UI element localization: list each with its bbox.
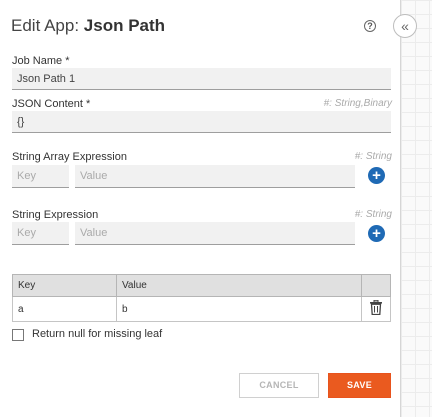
cancel-button[interactable]: CANCEL bbox=[239, 373, 319, 398]
json-content-label: JSON Content * bbox=[12, 98, 91, 110]
job-name-label: Job Name * bbox=[12, 55, 70, 67]
plus-icon: + bbox=[372, 167, 381, 184]
column-header-action bbox=[361, 274, 391, 297]
json-content-field[interactable]: {} bbox=[12, 111, 391, 133]
table-cell-value[interactable]: b bbox=[116, 296, 362, 322]
plus-icon: + bbox=[372, 225, 381, 242]
key-value-table: Key Value a b bbox=[12, 274, 391, 322]
json-content-type-hint: #: String,Binary bbox=[323, 98, 392, 109]
page-title: Edit App: Json Path bbox=[11, 16, 165, 36]
add-string-array-button[interactable]: + bbox=[368, 167, 385, 184]
table-header-row: Key Value bbox=[12, 274, 391, 297]
collapse-panel-button[interactable]: « bbox=[393, 14, 417, 38]
string-array-key-input[interactable]: Key bbox=[12, 165, 69, 188]
column-header-value: Value bbox=[116, 274, 362, 297]
string-array-expression-label: String Array Expression bbox=[12, 151, 127, 163]
app-name: Json Path bbox=[83, 16, 166, 35]
add-string-expression-button[interactable]: + bbox=[368, 225, 385, 242]
double-chevron-left-icon: « bbox=[401, 18, 409, 34]
help-circle-icon[interactable]: ? bbox=[364, 20, 376, 32]
string-array-expression-type-hint: #: String bbox=[354, 151, 392, 162]
string-expression-key-input[interactable]: Key bbox=[12, 222, 69, 245]
workflow-canvas bbox=[400, 0, 432, 417]
table-row: a b bbox=[12, 296, 391, 322]
title-prefix: Edit App: bbox=[11, 16, 80, 35]
trash-icon bbox=[370, 300, 382, 315]
column-header-key: Key bbox=[12, 274, 117, 297]
delete-row-button[interactable] bbox=[361, 296, 391, 322]
string-expression-label: String Expression bbox=[12, 209, 99, 221]
string-array-value-input[interactable]: Value bbox=[75, 165, 355, 188]
return-null-checkbox[interactable] bbox=[12, 329, 24, 341]
table-cell-key[interactable]: a bbox=[12, 296, 117, 322]
save-button[interactable]: SAVE bbox=[328, 373, 391, 398]
return-null-label: Return null for missing leaf bbox=[32, 328, 163, 340]
job-name-field[interactable]: Json Path 1 bbox=[12, 68, 391, 90]
string-expression-value-input[interactable]: Value bbox=[75, 222, 355, 245]
string-expression-type-hint: #: String bbox=[354, 209, 392, 220]
